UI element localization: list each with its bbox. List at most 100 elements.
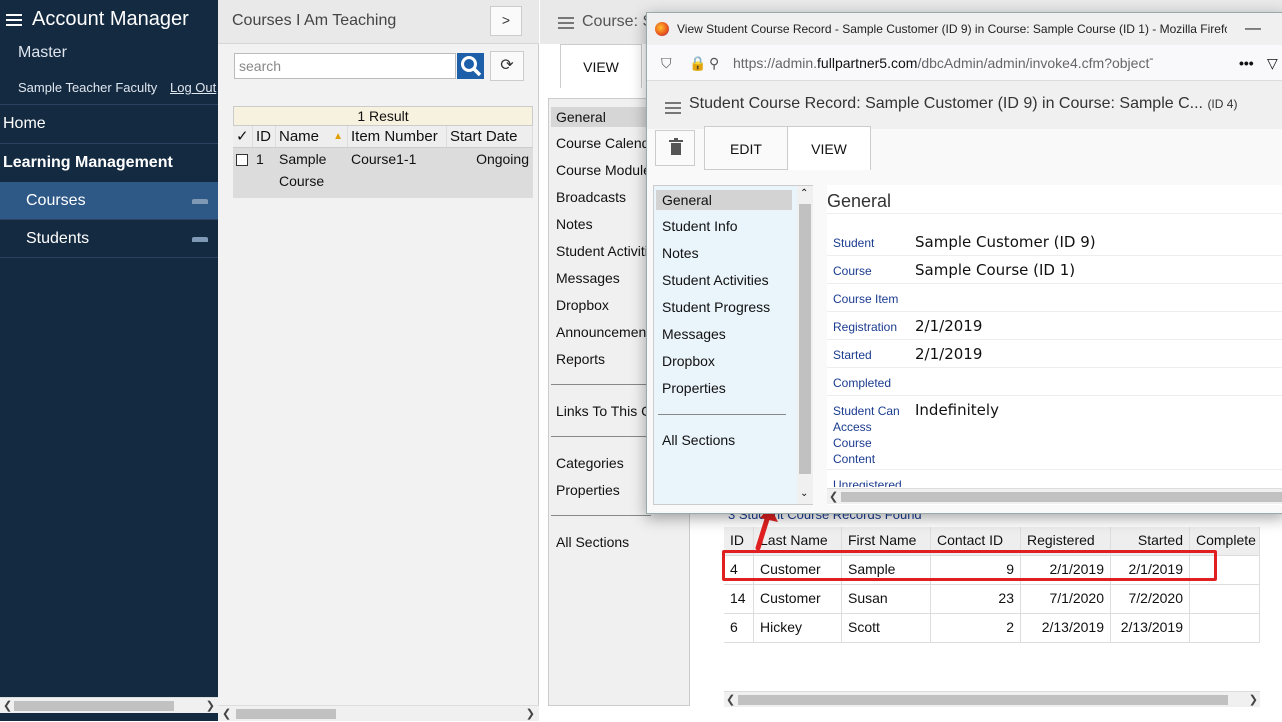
pocket-icon[interactable]: ▽ [1267,45,1278,81]
scroll-left-icon[interactable]: ❮ [222,706,231,722]
hamburger-menu-icon[interactable] [6,11,22,29]
section-properties[interactable]: Properties [556,482,620,498]
search-button[interactable] [457,53,484,79]
pane-horizontal-scrollbar[interactable]: ❮ [827,488,1282,504]
table-row[interactable]: 6 Hickey Scott 2 2/13/2019 2/13/2019 [724,614,1260,643]
scroll-right-icon[interactable]: ❯ [1249,692,1258,708]
scroll-thumb[interactable] [738,695,1228,705]
lock-icon[interactable]: 🔒 [689,45,706,81]
column-item-number[interactable]: Item Number [348,126,447,147]
app-title[interactable]: Account Manager [6,8,189,31]
master-link[interactable]: Master [18,44,67,62]
field-completed-label: Completed [833,376,892,390]
divider [551,384,651,385]
section-categories[interactable]: Categories [556,455,624,471]
section-student-progress[interactable]: Student Progress [662,299,770,315]
field-student-value: Sample Customer (ID 9) [915,233,1096,251]
expand-panel-button[interactable]: > [490,6,522,36]
table-horizontal-scrollbar[interactable]: ❮ ❯ [724,691,1260,707]
pane-title: General [827,191,892,211]
scroll-left-icon[interactable]: ❮ [3,698,12,714]
window-titlebar[interactable]: View Student Course Record - Sample Cust… [647,13,1282,45]
nav-item-label: Students [26,230,90,247]
field-course-label: Course [833,264,872,278]
scroll-left-icon[interactable]: ❮ [829,489,838,505]
scroll-right-icon[interactable]: ❯ [206,698,215,714]
section-notes[interactable]: Notes [556,216,593,232]
section-broadcasts[interactable]: Broadcasts [556,189,626,205]
delete-button[interactable] [655,130,695,166]
section-properties[interactable]: Properties [662,380,726,396]
section-dropbox[interactable]: Dropbox [556,297,609,313]
nav-item-courses[interactable]: Courses [0,182,218,220]
minimize-icon[interactable]: — [1245,13,1261,45]
cell-last-name: Hickey [754,614,842,642]
section-student-info[interactable]: Student Info [662,218,738,234]
section-all-sections[interactable]: All Sections [662,432,735,448]
tab-view[interactable]: VIEW [560,44,642,88]
vertical-scrollbar[interactable]: ⌃ ⌄ [797,186,813,504]
url-text[interactable]: https://admin.fullpartner5.com/dbcAdmin/… [733,45,1153,81]
select-all-column[interactable]: ✓ [233,126,253,147]
divider [827,283,1282,284]
divider [827,367,1282,368]
nav-learning-management[interactable]: Learning Management [0,143,218,181]
table-row[interactable]: 1 Sample Course Course1-1 Ongoing [233,148,533,198]
section-general[interactable]: General [656,190,792,210]
mid-horizontal-scrollbar[interactable]: ❮ ❯ [218,705,539,721]
hamburger-menu-icon[interactable] [665,99,681,117]
table-row[interactable]: 14 Customer Susan 23 7/1/2020 7/2/2020 [724,585,1260,614]
cell-registered: 2/13/2019 [1021,614,1111,642]
section-announcements[interactable]: Announcemen [556,324,646,340]
scroll-thumb[interactable] [799,204,811,474]
section-course-modules[interactable]: Course Module [556,162,651,178]
nav-item-students[interactable]: Students [0,220,218,258]
url-bar[interactable]: ⛉ 🔒 ⚲ https://admin.fullpartner5.com/dbc… [647,45,1282,81]
scroll-thumb[interactable] [841,492,1282,502]
scroll-thumb[interactable] [236,709,336,719]
section-course-calendar[interactable]: Course Calenda [556,135,657,151]
scroll-thumb[interactable] [14,701,174,711]
search-input[interactable]: search [234,53,456,79]
divider [551,436,651,437]
section-dropbox[interactable]: Dropbox [662,353,715,369]
scroll-up-icon[interactable]: ⌃ [800,188,808,199]
refresh-button[interactable]: ⟳ [490,51,524,81]
section-student-activities[interactable]: Student Activiti [556,243,648,259]
row-checkbox[interactable] [233,148,253,198]
scroll-left-icon[interactable]: ❮ [726,692,735,708]
nav-home[interactable]: Home [0,104,218,142]
section-links-to-this[interactable]: Links To This C [556,403,651,419]
nav-horizontal-scrollbar[interactable]: ❮ ❯ [0,697,218,713]
panel-title: Courses I Am Teaching [232,12,397,29]
record-title: Student Course Record: Sample Customer (… [689,95,1237,113]
section-messages[interactable]: Messages [556,270,620,286]
more-actions-icon[interactable]: ••• [1239,45,1254,81]
section-messages[interactable]: Messages [662,326,726,342]
column-name[interactable]: Name ▲ [276,126,348,147]
section-notes[interactable]: Notes [662,245,699,261]
column-start-date[interactable]: Start Date [447,126,533,147]
section-all-sections[interactable]: All Sections [556,534,629,550]
section-general[interactable]: General [551,107,651,127]
nav-item-label: Courses [26,192,86,209]
section-student-activities[interactable]: Student Activities [662,272,769,288]
logout-link[interactable]: Log Out [170,80,216,95]
divider [827,339,1282,340]
permissions-icon[interactable]: ⚲ [709,45,719,81]
scroll-down-icon[interactable]: ⌄ [800,488,808,499]
course-title: Course: S [582,13,654,30]
section-reports[interactable]: Reports [556,351,605,367]
scroll-right-icon[interactable]: ❯ [526,706,535,722]
expand-tab-icon[interactable] [192,237,208,242]
shield-icon[interactable]: ⛉ [661,45,672,81]
trash-icon [669,138,683,155]
firefox-icon [655,22,669,36]
tab-view[interactable]: VIEW [787,126,871,170]
cell-name[interactable]: Sample Course [276,148,348,198]
divider [827,395,1282,396]
column-id[interactable]: ID [253,126,276,147]
expand-tab-icon[interactable] [192,199,208,204]
tab-edit[interactable]: EDIT [704,126,788,170]
hamburger-menu-icon[interactable] [558,14,574,32]
